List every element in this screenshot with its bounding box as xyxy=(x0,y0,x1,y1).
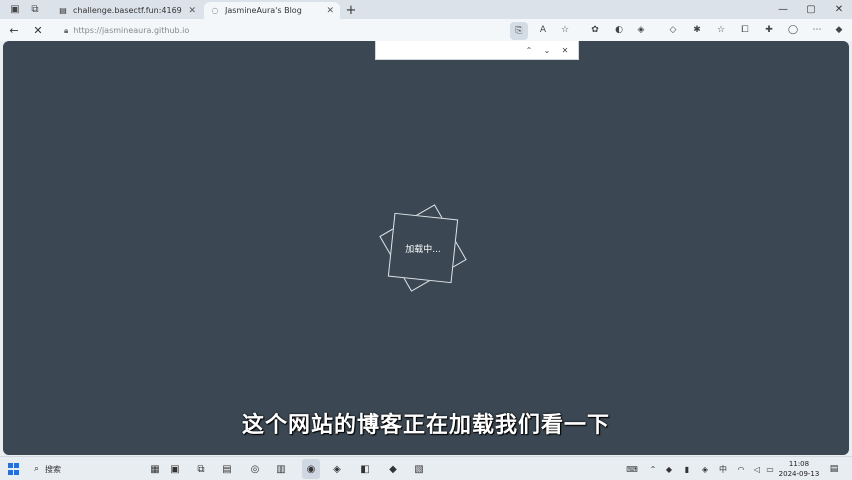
search-icon: ⌕ xyxy=(34,464,40,474)
more-menu-icon[interactable]: ⋯ xyxy=(808,21,826,39)
taskbar-app-icon[interactable]: ◈ xyxy=(328,459,346,479)
taskbar-app-icon[interactable]: ◧ xyxy=(356,459,374,479)
tray-app-icon[interactable]: ▮ xyxy=(680,460,694,478)
taskbar-app-icon[interactable]: ▤ xyxy=(218,459,236,479)
tab-title: JasmineAura's Blog xyxy=(225,6,302,15)
loading-spinner-icon: ◌ xyxy=(211,6,219,15)
favorites-icon[interactable]: ☆ xyxy=(712,21,730,39)
clock-date: 2024-09-13 xyxy=(778,470,820,478)
taskbar-app-icon[interactable]: ◎ xyxy=(246,459,264,479)
keyboard-icon[interactable]: ⌨ xyxy=(624,460,640,478)
page-viewport: 加载中... 这个网站的博客正在加载我们看一下 xyxy=(3,41,849,455)
video-subtitle: 这个网站的博客正在加载我们看一下 xyxy=(241,413,610,438)
tab-challenge[interactable]: ▤ challenge.basectf.fun:41690 ✕ xyxy=(52,2,202,19)
extension-icon[interactable]: ◈ xyxy=(632,21,650,39)
copilot-icon[interactable]: ◆ xyxy=(830,21,848,39)
find-next-icon[interactable]: ⌄ xyxy=(538,41,556,59)
taskbar-app-icon[interactable]: ▦ xyxy=(146,459,164,479)
tray-app-icon[interactable]: ◆ xyxy=(662,460,676,478)
taskbar-clock[interactable]: 11:08 2024-09-13 xyxy=(776,459,822,479)
tray-app-icon[interactable]: ◈ xyxy=(698,460,712,478)
loading-text: 加载中... xyxy=(405,245,441,255)
new-tab-button[interactable]: + xyxy=(343,2,359,18)
taskbar-app-icon[interactable]: ◆ xyxy=(384,459,402,479)
close-icon[interactable]: ✕ xyxy=(188,6,196,16)
collections-icon[interactable]: ⧠ xyxy=(736,21,754,39)
close-find-icon[interactable]: ✕ xyxy=(556,41,574,59)
profile-icon[interactable]: ▣ xyxy=(4,0,26,19)
start-windows-icon[interactable] xyxy=(8,463,20,475)
workspaces-icon[interactable]: ⧉ xyxy=(24,0,46,19)
profile-avatar-icon[interactable]: ◯ xyxy=(784,21,802,39)
lock-icon[interactable]: 🔒︎ xyxy=(64,26,68,36)
volume-icon[interactable]: ◁ xyxy=(750,460,764,478)
extension-icon[interactable]: ◐ xyxy=(610,21,628,39)
input-method-icon[interactable]: 中 xyxy=(716,460,730,478)
back-icon[interactable]: ← xyxy=(3,19,25,41)
find-input[interactable] xyxy=(380,42,520,58)
find-bar: ⌃ ⌄ ✕ xyxy=(375,41,579,60)
battery-icon[interactable]: ▭ xyxy=(764,460,776,478)
taskbar-app-icon[interactable]: ▣ xyxy=(166,459,184,479)
edge-browser-icon[interactable]: ◉ xyxy=(302,459,320,479)
extension-icon[interactable]: ◇ xyxy=(664,21,682,39)
find-previous-icon[interactable]: ⌃ xyxy=(520,41,538,59)
page-icon: ▤ xyxy=(59,6,67,15)
search-placeholder: 搜索 xyxy=(45,464,62,474)
notification-icon[interactable]: ▤ xyxy=(826,461,842,477)
maximize-button[interactable]: ▢ xyxy=(800,0,822,19)
clock-time: 11:08 xyxy=(788,460,810,468)
address-text: https://jasmineaura.github.io xyxy=(73,26,190,35)
task-view-icon[interactable]: ⧉ xyxy=(192,459,210,479)
wifi-icon[interactable]: ◠ xyxy=(734,460,748,478)
extensions-puzzle-icon[interactable]: ✚ xyxy=(760,21,778,39)
extension-icon[interactable]: ⎘ xyxy=(510,22,528,40)
favorite-star-icon[interactable]: ☆ xyxy=(556,21,574,39)
close-icon[interactable]: ✕ xyxy=(326,6,334,16)
taskbar-app-icon[interactable]: ▧ xyxy=(410,459,428,479)
extension-icon[interactable]: ✱ xyxy=(688,21,706,39)
taskbar-search[interactable]: ⌕ 搜索 xyxy=(28,460,136,478)
address-bar[interactable]: 🔒︎ https://jasmineaura.github.io xyxy=(58,22,540,39)
stop-loading-icon[interactable]: ✕ xyxy=(27,19,49,41)
taskbar-app-icon[interactable]: ▥ xyxy=(272,459,290,479)
extension-icon[interactable]: ✿ xyxy=(586,21,604,39)
close-window-button[interactable]: ✕ xyxy=(828,0,850,19)
read-aloud-icon[interactable]: A xyxy=(534,21,552,39)
tab-blog[interactable]: ◌ JasmineAura's Blog ✕ xyxy=(204,2,340,19)
tab-title: challenge.basectf.fun:41690 xyxy=(73,6,183,15)
taskbar: ⌕ 搜索 ▦ ▣ ⧉ ▤ ◎ ▥ ◉ ◈ ◧ ◆ ▧ ⌨ ⌃ ◆ ▮ ◈ 中 ◠… xyxy=(0,456,852,480)
show-hidden-icons[interactable]: ⌃ xyxy=(646,460,660,478)
minimize-button[interactable]: — xyxy=(772,0,794,19)
